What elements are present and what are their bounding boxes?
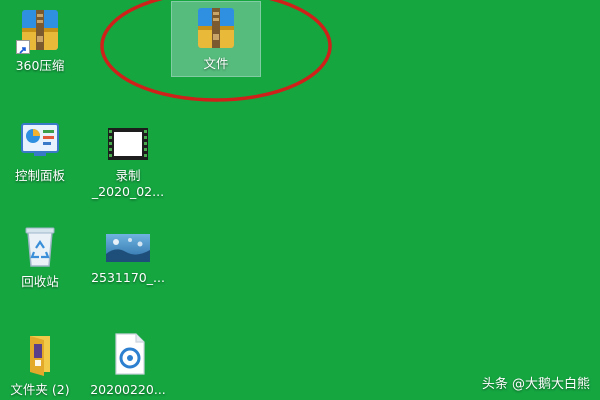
watermark: 头条 @大鹅大白熊: [481, 377, 590, 392]
image-file-icon: [104, 230, 152, 266]
folder-icon: [16, 330, 64, 378]
icon-label: 回收站: [21, 274, 59, 289]
winrar-archive-icon: [192, 4, 240, 52]
desktop-icon-media-file[interactable]: 20200220...: [84, 330, 172, 398]
video-file-icon: [104, 124, 152, 164]
desktop-icon-folder-2[interactable]: 文件夹 (2): [0, 330, 84, 398]
icon-label: 360压缩: [15, 58, 65, 73]
icon-label: 文件夹 (2): [10, 382, 70, 397]
desktop: 360压缩 文件 控制面板 录制 _2020_02... 回收站 2531170…: [0, 0, 600, 400]
control-panel-icon: [16, 116, 64, 164]
desktop-icon-360-compress[interactable]: 360压缩: [0, 6, 84, 74]
desktop-icon-control-panel[interactable]: 控制面板: [0, 116, 84, 184]
winrar-archive-icon: [16, 6, 64, 54]
icon-label: 2531170_...: [91, 270, 165, 285]
icon-label: 20200220...: [90, 382, 166, 397]
desktop-icon-image-file[interactable]: 2531170_...: [84, 230, 172, 286]
icon-label: 文件: [203, 56, 229, 71]
media-file-icon: [104, 330, 152, 378]
shortcut-arrow-icon: [16, 40, 30, 54]
desktop-icon-recycle-bin[interactable]: 回收站: [0, 222, 84, 290]
desktop-icon-recording[interactable]: 录制 _2020_02...: [84, 124, 172, 200]
icon-label: 录制 _2020_02...: [91, 168, 165, 199]
desktop-icon-file[interactable]: 文件: [171, 1, 261, 77]
icon-label: 控制面板: [14, 168, 65, 183]
recycle-bin-icon: [16, 222, 64, 270]
